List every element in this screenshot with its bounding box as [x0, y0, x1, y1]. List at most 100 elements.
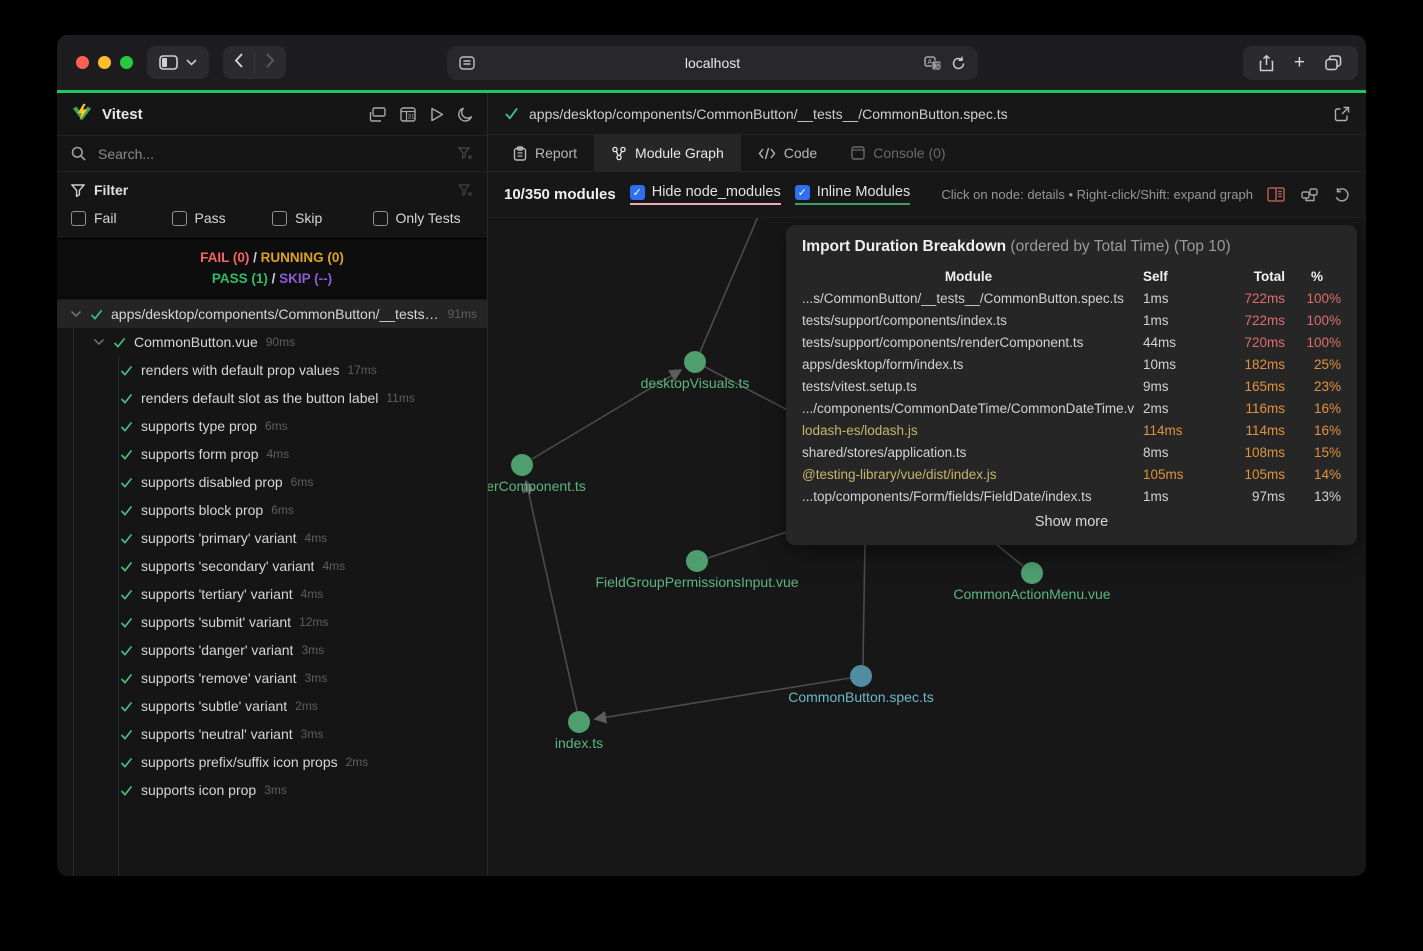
- tree-test-row[interactable]: supports 'tertiary' variant 4ms: [57, 580, 487, 608]
- skip-count: SKIP (--): [279, 271, 332, 286]
- tree-test-row[interactable]: supports 'subtle' variant2ms: [57, 692, 487, 720]
- table-row: .../components/CommonDateTime/CommonDate…: [802, 397, 1341, 419]
- dark-mode-icon[interactable]: [458, 107, 473, 122]
- test-duration: 90ms: [266, 335, 295, 349]
- tab-module-graph[interactable]: Module Graph: [594, 135, 741, 171]
- graph-node-fieldgrouppermissionsinput-vue[interactable]: [686, 550, 708, 572]
- back-button[interactable]: [223, 52, 254, 73]
- check-icon: [120, 701, 133, 712]
- dashboard-icon[interactable]: 31: [400, 107, 416, 122]
- close-window-button[interactable]: [76, 56, 89, 69]
- new-tab-icon[interactable]: +: [1284, 52, 1315, 74]
- table-row: shared/stores/application.ts8ms108ms15%: [802, 441, 1341, 463]
- graph-hint-text: Click on node: details • Right-click/Shi…: [941, 187, 1253, 202]
- test-label: CommonButton.vue: [134, 334, 258, 350]
- tab-label: Module Graph: [635, 145, 724, 161]
- filter-option-fail[interactable]: Fail: [71, 210, 172, 226]
- tree-test-row[interactable]: supports icon prop3ms: [57, 776, 487, 804]
- table-row: tests/support/components/renderComponent…: [802, 331, 1341, 353]
- tree-test-row[interactable]: supports block prop6ms: [57, 496, 487, 524]
- show-more-button[interactable]: Show more: [802, 514, 1341, 530]
- tree-suite-row[interactable]: CommonButton.vue 90ms: [57, 328, 487, 356]
- check-icon: [120, 729, 133, 740]
- main-panel: apps/desktop/components/CommonButton/__t…: [488, 93, 1366, 876]
- table-row: @testing-library/vue/dist/index.js105ms1…: [802, 463, 1341, 485]
- hide-node-modules-checkbox[interactable]: ✓ Hide node_modules: [630, 184, 781, 205]
- tree-test-row[interactable]: supports 'secondary' variant4ms: [57, 552, 487, 580]
- share-icon[interactable]: [1249, 55, 1284, 72]
- browser-chrome: localhost A文 +: [57, 35, 1366, 90]
- tab-code[interactable]: Code: [741, 135, 834, 171]
- clear-filter-icon[interactable]: [458, 147, 473, 160]
- app-title: Vitest: [102, 106, 360, 123]
- clear-filter-icon[interactable]: [458, 184, 473, 197]
- pass-check-icon: [504, 107, 519, 120]
- test-label: supports block prop: [141, 502, 263, 518]
- collapse-panels-icon[interactable]: [369, 107, 386, 122]
- cell-pct: 14%: [1293, 467, 1341, 482]
- tree-test-row[interactable]: supports disabled prop6ms: [57, 468, 487, 496]
- cell-pct: 16%: [1293, 401, 1341, 416]
- cell-module: tests/support/components/renderComponent…: [802, 335, 1135, 350]
- tree-test-row[interactable]: supports 'neutral' variant3ms: [57, 720, 487, 748]
- checkbox-empty-icon: [172, 211, 187, 226]
- graph-node-commonactionmenu-vue[interactable]: [1021, 562, 1043, 584]
- module-graph-canvas[interactable]: desktopVisuals.tsrenderComponent.tsField…: [488, 218, 1366, 876]
- tree-test-row[interactable]: supports 'danger' variant3ms: [57, 636, 487, 664]
- filter-option-pass[interactable]: Pass: [172, 210, 273, 226]
- tree-file-row[interactable]: apps/desktop/components/CommonButton/__t…: [57, 300, 487, 328]
- tree-test-row[interactable]: supports 'remove' variant3ms: [57, 664, 487, 692]
- rotate-layout-icon[interactable]: [1301, 187, 1318, 202]
- cell-self: 10ms: [1143, 357, 1205, 372]
- cell-pct: 13%: [1293, 489, 1341, 504]
- test-label: supports form prop: [141, 446, 259, 462]
- graph-node-commonbutton-spec-ts[interactable]: [850, 665, 872, 687]
- zoom-window-button[interactable]: [120, 56, 133, 69]
- tree-test-row[interactable]: supports 'submit' variant12ms: [57, 608, 487, 636]
- tab-report[interactable]: Report: [496, 135, 594, 171]
- test-label: supports icon prop: [141, 782, 256, 798]
- run-all-icon[interactable]: [430, 107, 444, 122]
- test-duration: 4ms: [301, 587, 324, 601]
- test-duration: 17ms: [347, 363, 376, 377]
- tree-test-row[interactable]: renders with default prop values 17ms: [57, 356, 487, 384]
- tree-test-row[interactable]: supports prefix/suffix icon props2ms: [57, 748, 487, 776]
- column-header-total: Total: [1213, 269, 1285, 284]
- tab-console-0[interactable]: Console (0): [834, 135, 962, 171]
- graph-node-rendercomponent-ts[interactable]: [511, 454, 533, 476]
- graph-node-label: renderComponent.ts: [488, 478, 586, 494]
- test-label: renders with default prop values: [141, 362, 339, 378]
- test-duration: 6ms: [291, 475, 314, 489]
- tree-test-row[interactable]: supports 'primary' variant4ms: [57, 524, 487, 552]
- graph-node-desktopvisuals-ts[interactable]: [684, 351, 706, 373]
- test-label: supports 'tertiary' variant: [141, 586, 293, 602]
- minimize-window-button[interactable]: [98, 56, 111, 69]
- chevron-down-icon: [186, 59, 197, 66]
- table-row: ...s/CommonButton/__tests__/CommonButton…: [802, 287, 1341, 309]
- reset-graph-icon[interactable]: [1334, 187, 1350, 203]
- legend-book-icon[interactable]: [1267, 187, 1285, 202]
- test-label: supports 'remove' variant: [141, 670, 297, 686]
- check-icon: [120, 673, 133, 684]
- forward-button[interactable]: [254, 52, 286, 73]
- svg-text:文: 文: [935, 61, 942, 70]
- address-bar[interactable]: localhost A文: [447, 46, 978, 80]
- filter-option-skip[interactable]: Skip: [272, 210, 373, 226]
- sidebar-toggle-button[interactable]: [147, 46, 209, 79]
- chevron-down-icon: [70, 310, 82, 318]
- tree-test-row[interactable]: supports form prop4ms: [57, 440, 487, 468]
- translate-icon[interactable]: A文: [924, 56, 942, 71]
- page-format-icon[interactable]: [459, 56, 475, 70]
- open-external-icon[interactable]: [1334, 106, 1350, 122]
- search-input[interactable]: [96, 145, 448, 163]
- tree-test-row[interactable]: renders default slot as the button label…: [57, 384, 487, 412]
- reload-icon[interactable]: [951, 56, 966, 71]
- filter-option-only-tests[interactable]: Only Tests: [373, 210, 474, 226]
- graph-node-index-ts[interactable]: [568, 711, 590, 733]
- cell-module: @testing-library/vue/dist/index.js: [802, 467, 1135, 482]
- search-icon: [71, 146, 86, 161]
- inline-modules-checkbox[interactable]: ✓ Inline Modules: [795, 184, 911, 205]
- tree-test-row[interactable]: supports type prop6ms: [57, 412, 487, 440]
- cell-module: .../components/CommonDateTime/CommonDate…: [802, 401, 1135, 416]
- tab-overview-icon[interactable]: [1315, 55, 1352, 71]
